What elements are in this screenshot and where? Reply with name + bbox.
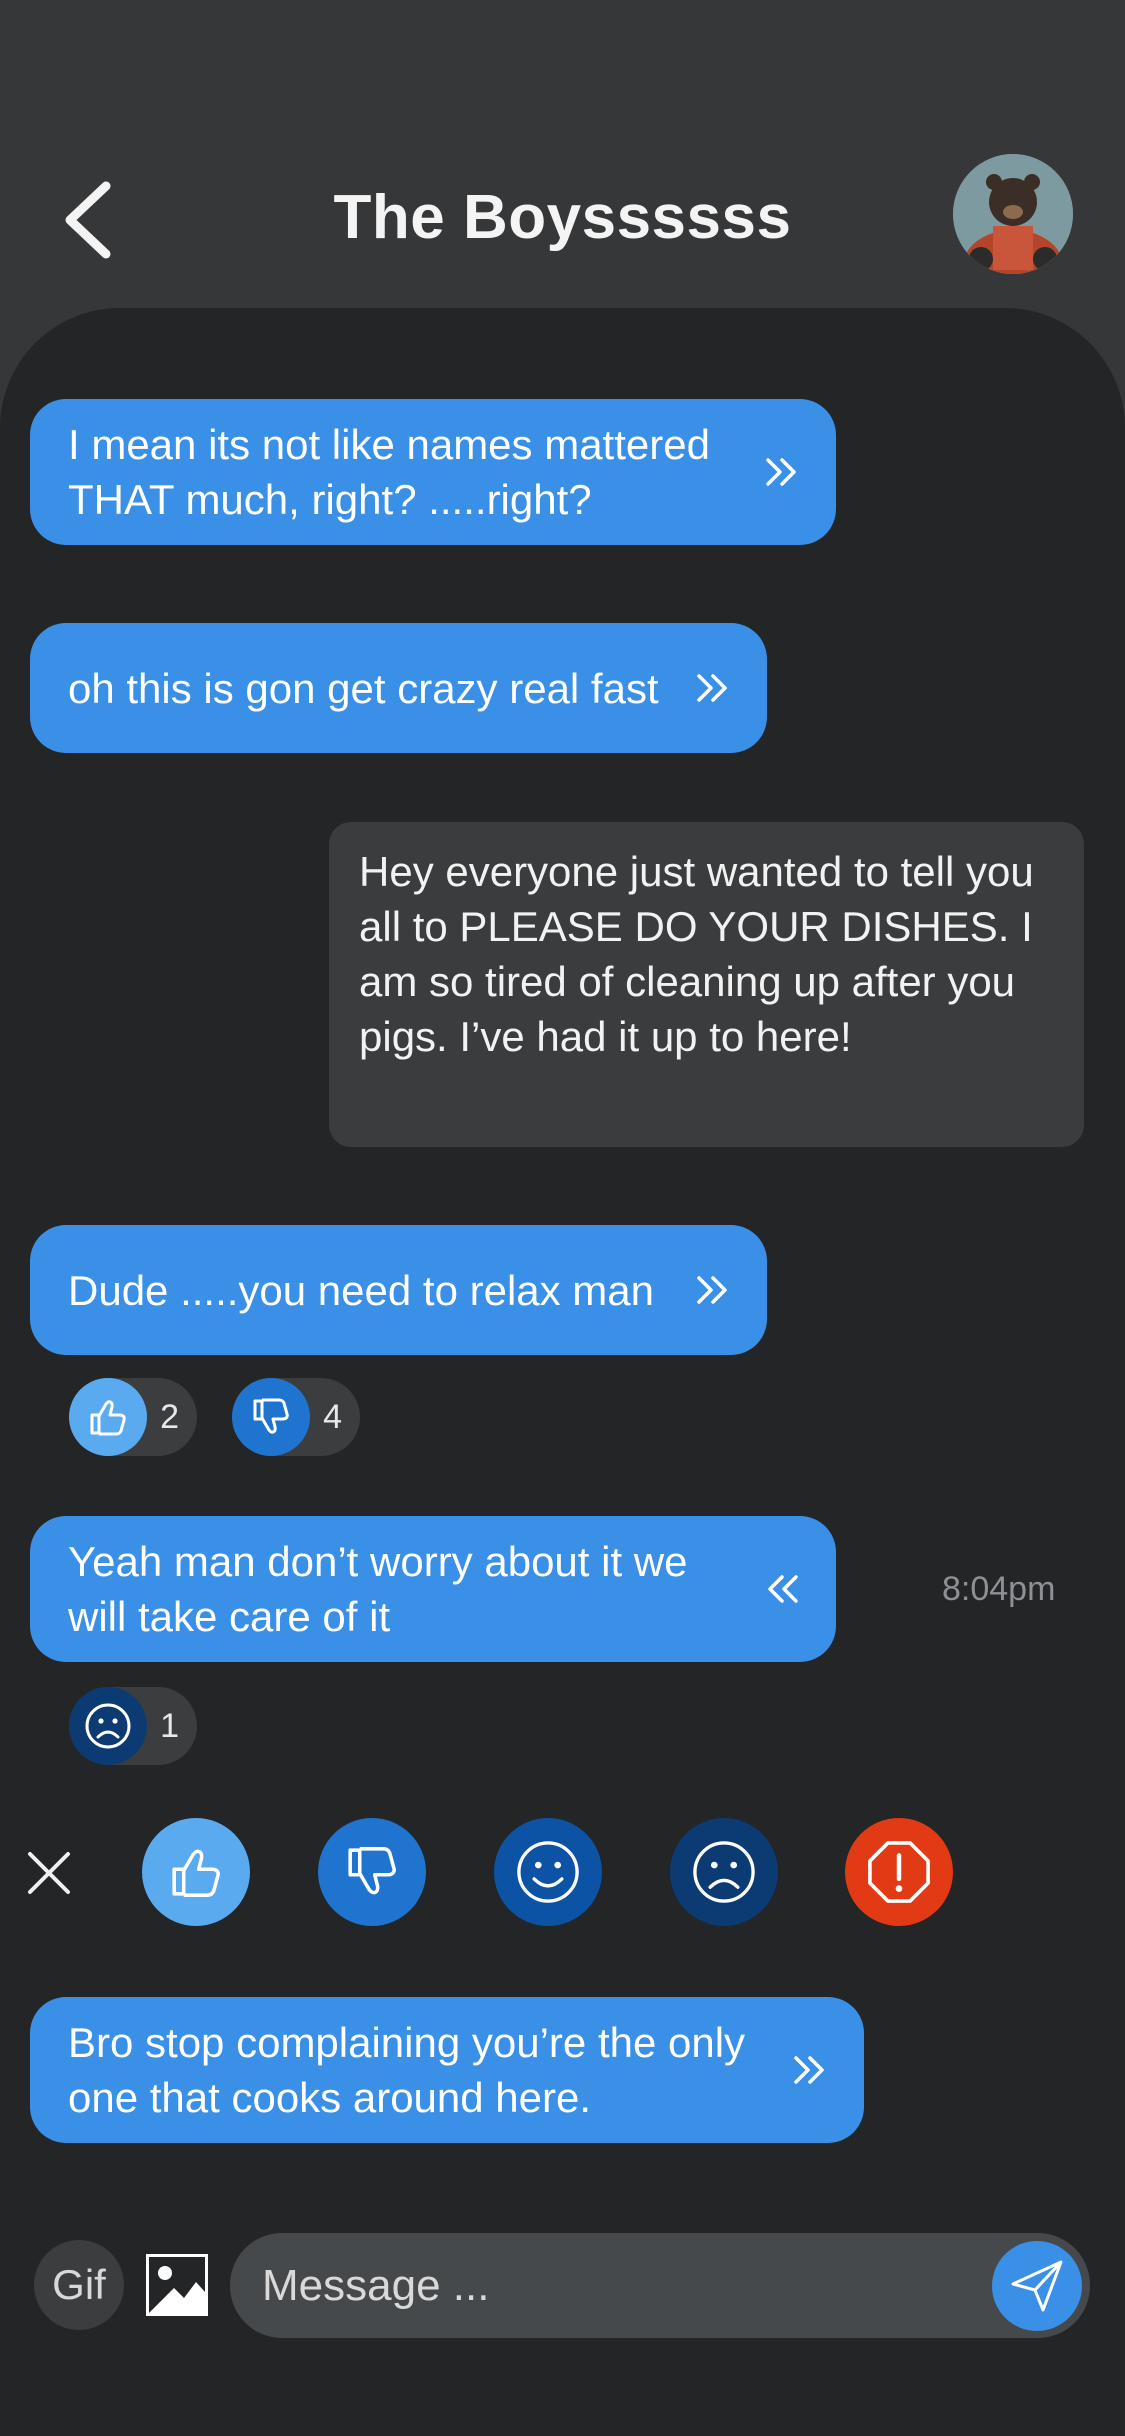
thumbs-down-icon: [348, 1847, 396, 1895]
thumbs-up-icon: [172, 1849, 220, 1897]
reaction-count: 4: [323, 1398, 342, 1436]
reaction-dislike[interactable]: 4: [232, 1378, 360, 1456]
message-bubble-incoming[interactable]: I mean its not like names mattered THAT …: [30, 399, 836, 545]
send-button[interactable]: [992, 2241, 1082, 2331]
message-placeholder: Message ...: [262, 2261, 490, 2310]
message-bubble-incoming[interactable]: Bro stop complaining you’re the only one…: [30, 1997, 864, 2143]
react-smile-button[interactable]: [494, 1818, 602, 1926]
double-chevron-right-icon[interactable]: [691, 666, 735, 710]
sad-face-icon: [693, 1841, 755, 1903]
react-like-button[interactable]: [142, 1818, 250, 1926]
message-text: Dude .....you need to relax man: [68, 1266, 655, 1314]
message-input[interactable]: Message ...: [230, 2233, 1090, 2338]
message-bubble-incoming[interactable]: Yeah man don’t worry about it we will ta…: [30, 1516, 836, 1662]
sad-face-icon: [69, 1687, 147, 1765]
image-icon: [146, 2254, 208, 2316]
message-text: Bro stop complaining you’re the only one…: [68, 2019, 746, 2121]
react-sad-button[interactable]: [670, 1818, 778, 1926]
message-bubble-incoming[interactable]: Dude .....you need to relax man: [30, 1225, 767, 1355]
avatar-image: [953, 154, 1073, 274]
close-icon: [28, 1852, 70, 1894]
react-dislike-button[interactable]: [318, 1818, 426, 1926]
reaction-like[interactable]: 2: [69, 1378, 197, 1456]
message-text: I mean its not like names mattered THAT …: [68, 421, 710, 523]
image-button[interactable]: [144, 2252, 210, 2318]
avatar[interactable]: [953, 154, 1073, 274]
double-chevron-right-icon[interactable]: [760, 450, 804, 494]
reaction-sad[interactable]: 1: [69, 1687, 197, 1765]
alert-icon: [868, 1841, 930, 1903]
thumbs-up-icon: [69, 1378, 147, 1456]
thumbs-down-icon: [232, 1378, 310, 1456]
double-chevron-right-icon[interactable]: [691, 1268, 735, 1312]
close-reactions-button[interactable]: [24, 1848, 74, 1898]
chat-header: The Boyssssss: [0, 0, 1125, 330]
double-chevron-left-icon[interactable]: [760, 1567, 804, 1611]
reaction-count: 2: [160, 1398, 179, 1436]
smile-face-icon: [517, 1841, 579, 1903]
message-text: oh this is gon get crazy real fast: [68, 664, 659, 712]
reaction-count: 1: [160, 1707, 179, 1745]
send-icon: [1011, 2260, 1063, 2312]
message-timestamp: 8:04pm: [942, 1570, 1056, 1608]
double-chevron-right-icon[interactable]: [788, 2048, 832, 2092]
message-text: Hey everyone just wanted to tell you all…: [359, 848, 1034, 1060]
message-text: Yeah man don’t worry about it we will ta…: [68, 1538, 688, 1640]
react-report-button[interactable]: [845, 1818, 953, 1926]
message-bubble-outgoing[interactable]: Hey everyone just wanted to tell you all…: [329, 822, 1084, 1147]
gif-button[interactable]: Gif: [34, 2240, 124, 2330]
message-bubble-incoming[interactable]: oh this is gon get crazy real fast: [30, 623, 767, 753]
